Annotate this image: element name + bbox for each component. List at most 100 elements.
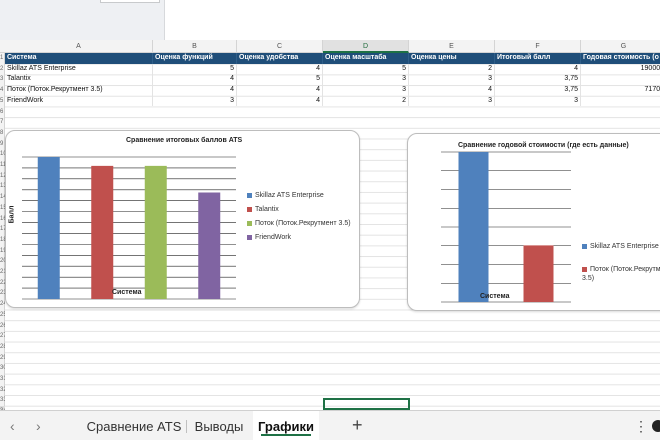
legend-swatch bbox=[247, 220, 252, 226]
table-cell[interactable]: 3,75 bbox=[495, 74, 581, 86]
bar-2 bbox=[91, 165, 114, 299]
legend-label: FriendWork bbox=[255, 234, 292, 241]
column-header-d[interactable]: D bbox=[323, 40, 409, 53]
row-header[interactable]: 6 bbox=[0, 107, 5, 118]
table-cell[interactable]: 3 bbox=[323, 74, 409, 86]
header-cell[interactable]: Система bbox=[5, 53, 153, 64]
tab-charts[interactable]: Графики bbox=[253, 411, 319, 440]
row-header[interactable]: 26 bbox=[0, 321, 5, 332]
table-cell[interactable]: 71700 bbox=[581, 85, 660, 96]
formula-bar-area bbox=[0, 0, 660, 40]
table-cell[interactable]: 3 bbox=[323, 85, 409, 96]
scroll-handle[interactable] bbox=[652, 420, 660, 432]
table-header-row: Система Оценка функций Оценка удобства О… bbox=[5, 53, 660, 64]
spreadsheet-grid[interactable]: A B C D E F G 12345678910111213141516171… bbox=[0, 40, 660, 410]
header-cell[interactable]: Оценка функций bbox=[153, 53, 237, 64]
tab-compare-ats[interactable]: Сравнение ATS bbox=[82, 411, 186, 440]
row-header[interactable]: 27 bbox=[0, 331, 5, 342]
column-header-g[interactable]: G bbox=[581, 40, 660, 53]
legend-swatch bbox=[582, 243, 587, 249]
legend-entry: Skillaz ATS Enterprise bbox=[247, 192, 324, 199]
table-row: Поток (Поток.Рекрутмент 3.5) 4 4 3 4 3,75 7170… bbox=[5, 85, 660, 96]
row-header[interactable]: 24 bbox=[0, 299, 5, 310]
table-cell[interactable]: 3 bbox=[409, 95, 495, 107]
row-header[interactable]: 30 bbox=[0, 363, 5, 374]
column-header-e[interactable]: E bbox=[409, 40, 495, 53]
column-headers: A B C D E F G bbox=[0, 40, 660, 53]
bar-4 bbox=[198, 192, 221, 299]
legend-swatch bbox=[247, 206, 252, 212]
table-cell[interactable]: 3,75 bbox=[495, 85, 581, 96]
legend-entry: Talantix bbox=[247, 206, 279, 213]
table-cell[interactable]: 3 bbox=[409, 74, 495, 86]
x-axis-title: Система bbox=[480, 293, 510, 300]
row-header[interactable]: 31 bbox=[0, 374, 5, 385]
table-cell[interactable]: 4 bbox=[153, 74, 237, 86]
table-cell[interactable]: 3 bbox=[495, 95, 581, 107]
table-cell[interactable]: FriendWork bbox=[5, 95, 153, 107]
table-cell[interactable]: 3 bbox=[153, 95, 237, 107]
table-row: Skillaz ATS Enterprise54524190000 bbox=[5, 63, 660, 75]
table-cell[interactable]: Поток (Поток.Рекрутмент 3.5) bbox=[5, 85, 153, 96]
row-header[interactable]: 29 bbox=[0, 353, 5, 364]
legend-label: Skillaz ATS Enterprise bbox=[590, 243, 659, 250]
header-cell[interactable]: Оценка цены bbox=[409, 53, 495, 64]
header-cell[interactable]: Оценка масштаба bbox=[323, 53, 409, 64]
table-row: Talantix 4 5 3 3 3,75 bbox=[5, 74, 660, 86]
chart-annual-cost[interactable]: Сравнение годовой стоимости (где есть да… bbox=[407, 133, 660, 311]
bar-1 bbox=[458, 152, 489, 302]
table-cell[interactable]: 4 bbox=[237, 85, 323, 96]
column-header-c[interactable]: C bbox=[237, 40, 323, 53]
table-cell[interactable]: 190000 bbox=[581, 64, 660, 75]
table-cell[interactable]: 2 bbox=[323, 95, 409, 107]
chart-total-scores[interactable]: Сравнение итоговых баллов ATS Система Ба… bbox=[5, 130, 360, 308]
legend-label: Поток (Поток.Рекрутмент 3.5) bbox=[255, 220, 351, 227]
name-box-area[interactable] bbox=[0, 0, 165, 40]
column-header-a[interactable]: A bbox=[5, 40, 153, 53]
y-axis-title: Балл bbox=[8, 205, 16, 224]
row-header[interactable]: 25 bbox=[0, 310, 5, 321]
chart-plot bbox=[441, 151, 571, 303]
tab-conclusions[interactable]: Выводы bbox=[188, 411, 250, 440]
table-cell[interactable]: 4 bbox=[409, 85, 495, 96]
next-sheet-icon[interactable]: › bbox=[36, 418, 41, 434]
legend-label: Skillaz ATS Enterprise bbox=[255, 192, 324, 199]
sheet-tab-bar: ‹ › Сравнение ATS Выводы Графики + ⋮ bbox=[0, 410, 660, 440]
table-row: FriendWork 3 4 2 3 3 bbox=[5, 95, 660, 107]
table-cell[interactable]: Skillaz ATS Enterprise bbox=[5, 63, 153, 75]
name-box[interactable] bbox=[100, 0, 160, 3]
header-cell[interactable]: Оценка удобства bbox=[237, 53, 323, 64]
x-axis-title: Система bbox=[112, 289, 142, 296]
row-header[interactable]: 28 bbox=[0, 342, 5, 353]
column-header-b[interactable]: B bbox=[153, 40, 237, 53]
add-sheet-button[interactable]: + bbox=[352, 415, 363, 436]
bar-3 bbox=[144, 165, 167, 299]
table-cell[interactable]: 2 bbox=[409, 63, 495, 75]
prev-sheet-icon[interactable]: ‹ bbox=[10, 418, 15, 434]
more-options-icon[interactable]: ⋮ bbox=[634, 418, 648, 435]
table-cell[interactable]: 4 bbox=[237, 95, 323, 107]
table-cell[interactable]: 5 bbox=[153, 63, 237, 75]
table-cell[interactable]: Talantix bbox=[5, 74, 153, 86]
row-header[interactable]: 33 bbox=[0, 395, 5, 406]
legend-swatch bbox=[247, 234, 252, 240]
row-header[interactable]: 32 bbox=[0, 385, 5, 396]
bar-1 bbox=[37, 157, 60, 299]
header-cell[interactable]: Итоговый балл bbox=[495, 53, 581, 64]
table-cell[interactable]: 5 bbox=[323, 63, 409, 75]
table-cell[interactable]: 4 bbox=[153, 85, 237, 96]
table-cell[interactable]: 5 bbox=[237, 74, 323, 86]
header-cell[interactable]: Годовая стоимость (о bbox=[581, 53, 660, 64]
legend-swatch bbox=[247, 192, 252, 198]
table-cell[interactable]: 4 bbox=[237, 63, 323, 75]
tab-label: Графики bbox=[258, 419, 314, 434]
tab-divider bbox=[186, 420, 187, 433]
table-cell[interactable] bbox=[581, 74, 660, 85]
column-header-f[interactable]: F bbox=[495, 40, 581, 53]
table-cell[interactable] bbox=[581, 96, 660, 107]
legend-entry: Поток (Поток.Рекрутмент 3.5) bbox=[247, 220, 351, 227]
table-cell[interactable]: 4 bbox=[495, 63, 581, 75]
row-header[interactable]: 7 bbox=[0, 117, 5, 128]
active-cell[interactable] bbox=[323, 398, 410, 410]
legend-entry: FriendWork bbox=[247, 234, 291, 241]
